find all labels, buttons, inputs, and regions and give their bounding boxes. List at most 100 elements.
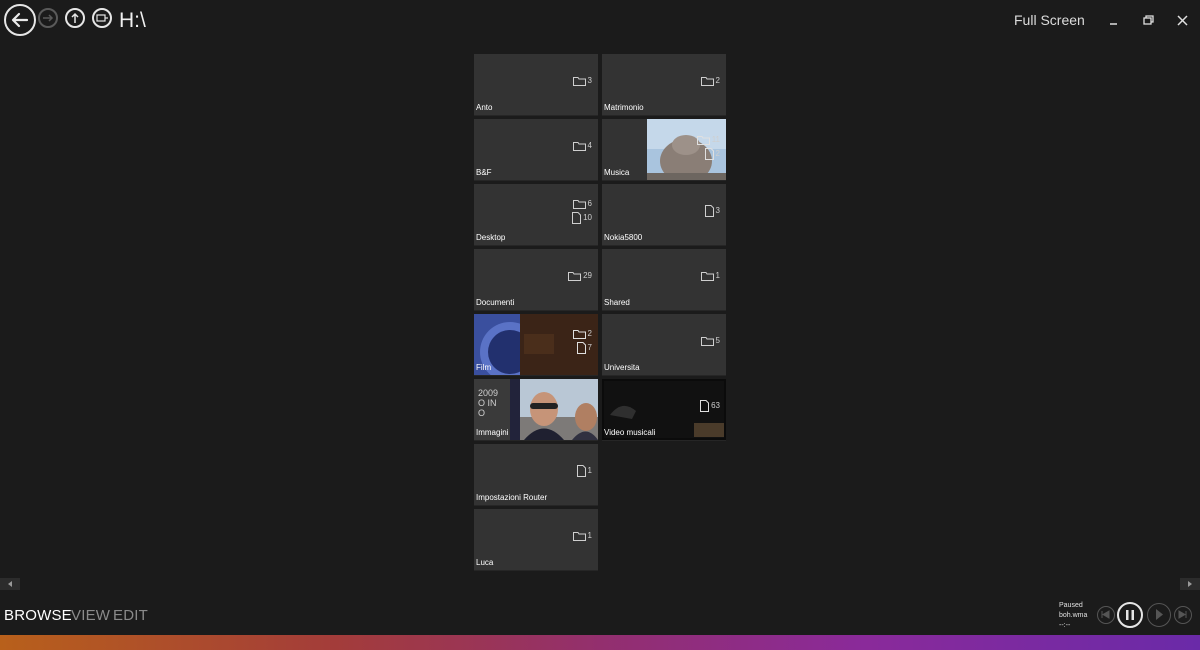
file-count: 3 (715, 206, 720, 215)
tile-musica[interactable]: 11 2 Musica (602, 119, 726, 181)
file-count: 10 (583, 213, 592, 222)
tile-label: B&F (476, 168, 492, 177)
tile-label: Shared (604, 298, 630, 307)
tile-counts: 3 (704, 204, 720, 218)
tile-universita[interactable]: 5 Universita (602, 314, 726, 376)
drive-icon (96, 14, 108, 22)
tile-counts: 11 2 (696, 135, 720, 161)
folder-icon (696, 136, 710, 145)
folder-count: 1 (587, 531, 592, 540)
restore-button[interactable] (1141, 11, 1157, 29)
folder-icon (700, 337, 714, 346)
back-button[interactable] (4, 4, 36, 36)
minimize-button[interactable] (1106, 11, 1122, 29)
file-count: 63 (711, 401, 720, 410)
caret-left-icon (8, 581, 12, 587)
tile-label: Documenti (476, 298, 515, 307)
folder-icon (572, 142, 586, 151)
tab-view[interactable]: VIEW (71, 607, 110, 624)
tile-desktop[interactable]: 6 10 Desktop (474, 184, 598, 246)
tile-counts: 1 (576, 464, 592, 478)
back-arrow-icon (11, 12, 29, 28)
up-arrow-icon (71, 12, 79, 23)
tile-counts: 63 (700, 399, 720, 413)
tile-label: Nokia5800 (604, 233, 643, 242)
tile-label: Video musicali (604, 428, 656, 437)
file-icon (576, 465, 586, 477)
tile-immagini[interactable]: 2009 O IN O Immagini (474, 379, 598, 441)
tile-impostazioni-router[interactable]: 1 Impostazioni Router (474, 444, 598, 506)
tile-nokia5800[interactable]: 3 Nokia5800 (602, 184, 726, 246)
tile-label: Luca (476, 558, 494, 567)
folder-count: 29 (583, 271, 592, 280)
tile-counts: 29 (568, 269, 592, 283)
drive-button[interactable] (92, 8, 112, 28)
accent-strip (0, 635, 1200, 650)
fullscreen-button[interactable]: Full Screen (1014, 12, 1085, 28)
file-count: 1 (587, 466, 592, 475)
up-button[interactable] (65, 8, 85, 28)
file-icon (572, 212, 582, 224)
next-track-button[interactable] (1174, 606, 1192, 624)
skip-forward-icon (1178, 610, 1187, 619)
previous-track-button[interactable] (1097, 606, 1115, 624)
tile-label: Film (476, 363, 492, 372)
player-status: Paused (1059, 602, 1083, 609)
folder-icon (572, 330, 586, 339)
tile-matrimonio[interactable]: 2 Matrimonio (602, 54, 726, 116)
play-button[interactable] (1147, 603, 1171, 627)
minimize-icon (1110, 23, 1117, 25)
tile-label: Universita (604, 363, 640, 372)
tile-counts: 1 (572, 529, 592, 543)
folder-count: 2 (715, 76, 720, 85)
tile-anto[interactable]: 3 Anto (474, 54, 598, 116)
folder-icon (568, 272, 582, 281)
pause-button[interactable] (1117, 602, 1143, 628)
tile-label: Anto (476, 103, 493, 112)
folder-count: 1 (715, 271, 720, 280)
file-icon (704, 148, 714, 160)
close-icon (1177, 15, 1188, 26)
tile-film[interactable]: 2 7 Film (474, 314, 598, 376)
tile-label: Matrimonio (604, 103, 644, 112)
file-icon (576, 342, 586, 354)
immagini-thumbnail-text: 2009 O IN O (478, 388, 499, 418)
tile-luca[interactable]: 1 Luca (474, 509, 598, 571)
caret-right-icon (1188, 581, 1192, 587)
tile-video-musicali[interactable]: 63 Video musicali (602, 379, 726, 441)
tab-edit[interactable]: EDIT (113, 607, 148, 624)
folder-count: 2 (587, 329, 592, 338)
player-time: --:-- (1059, 622, 1071, 629)
folder-icon (572, 200, 586, 209)
folder-icon (700, 272, 714, 281)
folder-icon (572, 77, 586, 86)
forward-button[interactable] (38, 8, 58, 28)
tile-label: Impostazioni Router (476, 493, 548, 502)
tab-browse[interactable]: BROWSE (4, 607, 72, 624)
skip-back-icon (1101, 610, 1110, 619)
tile-label: Desktop (476, 233, 506, 242)
restore-icon (1143, 15, 1154, 25)
file-icon (700, 400, 710, 412)
tile-counts: 4 (572, 139, 592, 153)
tile-bf[interactable]: 4 B&F (474, 119, 598, 181)
scroll-right-button[interactable] (1180, 578, 1200, 590)
file-count: 2 (715, 149, 720, 158)
tile-label: Immagini (476, 428, 509, 437)
close-button[interactable] (1175, 11, 1191, 29)
folder-count: 4 (587, 141, 592, 150)
top-bar: H:\ Full Screen (0, 0, 1200, 44)
tile-counts: 6 10 (572, 197, 592, 225)
folder-icon (700, 77, 714, 86)
tile-shared[interactable]: 1 Shared (602, 249, 726, 311)
tile-label: Musica (604, 168, 630, 177)
tile-counts: 1 (700, 269, 720, 283)
tile-counts: 2 7 (572, 327, 592, 355)
folder-count: 5 (715, 336, 720, 345)
tile-counts: 5 (700, 334, 720, 348)
pause-icon (1126, 610, 1134, 620)
folder-count: 3 (587, 76, 592, 85)
player-info: Paused boh.wma --:-- (1059, 601, 1087, 631)
scroll-left-button[interactable] (0, 578, 20, 590)
tile-documenti[interactable]: 29 Documenti (474, 249, 598, 311)
